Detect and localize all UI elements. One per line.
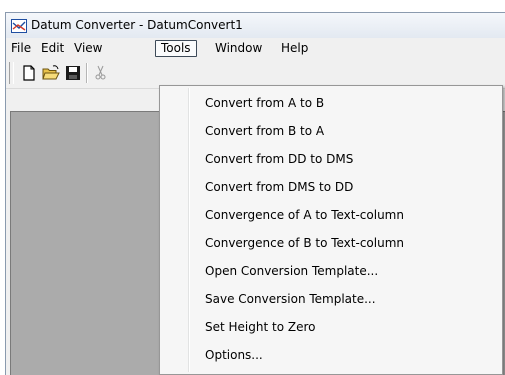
cut-scissors-icon[interactable] [92,64,110,82]
menu-help[interactable]: Help [276,40,313,57]
menu-item-convert-dms-to-dd[interactable]: Convert from DMS to DD [205,176,353,198]
toolbar-grip[interactable] [9,62,14,84]
menu-item-convert-dd-to-dms[interactable]: Convert from DD to DMS [205,148,353,170]
menu-item-open-template[interactable]: Open Conversion Template... [205,260,378,282]
title-bar[interactable]: Datum Converter - DatumConvert1 [6,13,505,38]
menu-view[interactable]: View [69,40,107,57]
menu-edit[interactable]: Edit [36,40,69,57]
menu-item-options[interactable]: Options... [205,344,263,366]
toolbar-separator [86,63,88,83]
menu-item-convert-b-to-a[interactable]: Convert from B to A [205,120,324,142]
menu-item-convergence-a[interactable]: Convergence of A to Text-column [205,204,404,226]
menu-item-convert-a-to-b[interactable]: Convert from A to B [205,92,324,114]
menu-file[interactable]: File [6,40,36,57]
menu-tools[interactable]: Tools [155,40,197,57]
open-folder-icon[interactable] [42,64,60,82]
tools-dropdown-menu: Convert from A to B Convert from B to A … [159,85,503,375]
app-chart-icon [11,19,27,33]
app-window: Datum Converter - DatumConvert1 File Edi… [5,12,505,375]
menu-item-save-template[interactable]: Save Conversion Template... [205,288,376,310]
menu-bar: File Edit View Tools Window Help [6,39,505,59]
menu-item-set-height-zero[interactable]: Set Height to Zero [205,316,315,338]
menu-item-convergence-b[interactable]: Convergence of B to Text-column [205,232,404,254]
new-document-icon[interactable] [20,64,38,82]
window-title: Datum Converter - DatumConvert1 [31,18,243,32]
menu-window[interactable]: Window [210,40,267,57]
save-disk-icon[interactable] [64,64,82,82]
